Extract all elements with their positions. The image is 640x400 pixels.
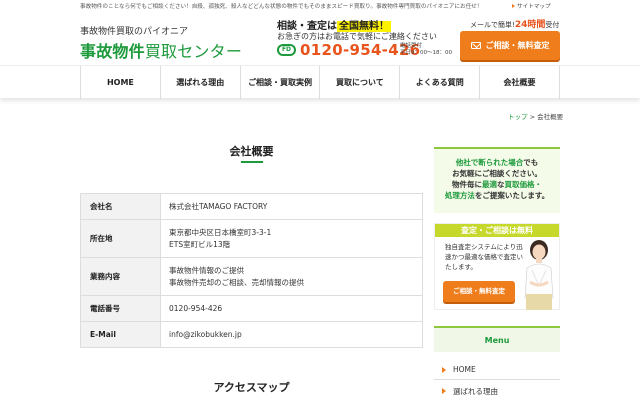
banner2-header: 査定・ご相談は無料: [435, 224, 559, 237]
banner1-line4-rest: をご提案いたします。: [474, 191, 550, 200]
company-info-table: 会社名 株式会社TAMAGO FACTORY 所在地 東京都中央区日本橋室町3-…: [80, 193, 423, 348]
phone-hours-time: 平日9：00〜18：00: [400, 50, 452, 56]
nav-item-faq[interactable]: よくある質問: [399, 66, 479, 99]
top-message: 事故物件のことなら何でもご相談ください！自殺、孤独死、殺人などどんな状態の物件で…: [80, 4, 483, 10]
banner1-line3-mid: な: [497, 180, 505, 189]
global-nav-inner: HOME 選ばれる理由 ご相談・買取実例 買取について よくある質問 会社概要: [80, 66, 560, 99]
banner1-line3-green2: 買取価格・: [504, 180, 543, 189]
side-menu-divider: [434, 379, 560, 380]
banner1-line1-rest: でも: [523, 158, 539, 167]
breadcrumb-top[interactable]: トップ: [508, 113, 528, 121]
row-value-phone: 0120-954-426: [160, 295, 423, 322]
mail-icon: [470, 42, 481, 49]
phone-hours-label: 電話受付: [400, 43, 423, 49]
mail-note-prefix: メールで簡単!: [470, 21, 515, 29]
side-banner-consult[interactable]: 他社で断られた場合でも お気軽にご相談ください。 物件毎に最適な買取価格・ 処理…: [434, 147, 560, 213]
row-value-business: 事故物件情報のご提供事故物件売却のご相談、売却情報の提供: [160, 257, 423, 296]
row-value-line: 0120-954-426: [169, 303, 223, 313]
side-menu-item-reasons[interactable]: 選ばれる理由: [440, 386, 558, 397]
row-key-email: E-Mail: [80, 321, 161, 348]
row-value-line: 事故物件売却のご相談、売却情報の提供: [169, 277, 304, 287]
page-title: 会社概要: [229, 145, 274, 158]
breadcrumb-separator: >: [529, 113, 536, 121]
logo-main-bold: 事故物件: [80, 42, 145, 61]
mail-note-suffix: 受付: [545, 21, 560, 29]
mail-consult-button[interactable]: ご相談・無料査定: [460, 31, 560, 60]
nav-item-reasons[interactable]: 選ばれる理由: [159, 66, 240, 99]
table-row: 所在地 東京都中央区日本橋室町3-3-1 ETS室町ビル13階: [80, 219, 423, 258]
phone-hours: 電話受付 平日9：00〜18：00: [400, 43, 452, 57]
banner1-line4: 処理方法をご提案いたします。: [434, 190, 560, 201]
banner1-line3-green: 最適: [482, 180, 497, 189]
banner1-line4-green: 処理方法: [444, 191, 475, 200]
logo-subtitle: 事故物件買取のパイオニア: [80, 27, 189, 37]
title-underline: [241, 161, 263, 163]
side-menu-title: Menu: [434, 326, 560, 352]
row-value-line: 株式会社TAMAGO FACTORY: [169, 201, 268, 211]
nav-item-home[interactable]: HOME: [80, 66, 160, 99]
row-value-line: ETS室町ビル13階: [169, 239, 231, 249]
row-key-address: 所在地: [80, 219, 161, 258]
row-value-address: 東京都中央区日本橋室町3-3-1 ETS室町ビル13階: [160, 219, 423, 258]
global-nav: HOME 選ばれる理由 ご相談・買取実例 買取について よくある質問 会社概要: [0, 65, 640, 99]
banner1-line3: 物件毎に最適な買取価格・: [434, 179, 560, 190]
banner2-text: 独自査定システムにより迅速かつ最適な価格で査定いたします。: [445, 243, 523, 271]
nav-item-cases[interactable]: ご相談・買取実例: [239, 66, 320, 99]
side-banner-assessment[interactable]: 査定・ご相談は無料 独自査定システムにより迅速かつ最適な価格で査定いたします。 …: [434, 223, 560, 310]
nav-item-purchase[interactable]: 買取について: [319, 66, 399, 99]
logo-main-thin: 買取センター: [144, 42, 243, 61]
table-row: 電話番号 0120-954-426: [80, 295, 423, 322]
row-value-company: 株式会社TAMAGO FACTORY: [160, 193, 423, 220]
freedial-icon: FD: [277, 44, 296, 56]
access-map-title: アクセスマップ: [213, 381, 290, 394]
row-key-phone: 電話番号: [80, 295, 161, 322]
banner2-button[interactable]: ご相談・無料査定: [443, 281, 515, 302]
banner1-line1: 他社で断られた場合でも: [434, 157, 560, 168]
row-value-line: 事故物件情報のご提供: [169, 265, 244, 275]
row-value-line: 東京都中央区日本橋室町3-3-1: [169, 227, 272, 237]
top-bar: 事故物件のことなら何でもご相談ください！自殺、孤独死、殺人などどんな状態の物件で…: [0, 0, 640, 14]
mail-note-highlight: 24時間: [514, 20, 546, 30]
row-value-email: info@zikobukken.jp: [160, 321, 423, 348]
mail-note: メールで簡単!24時間受付: [470, 17, 559, 30]
row-key-company: 会社名: [80, 193, 161, 220]
breadcrumb: トップ > 会社概要: [508, 111, 563, 121]
breadcrumb-current: 会社概要: [537, 113, 564, 121]
table-row: E-Mail info@zikobukken.jp: [80, 321, 423, 348]
nav-item-company[interactable]: 会社概要: [479, 66, 560, 99]
banner1-line1-green: 他社で断られた場合: [455, 158, 524, 167]
row-value-line[interactable]: info@zikobukken.jp: [169, 329, 422, 341]
row-key-business: 業務内容: [80, 257, 161, 296]
mail-consult-label: ご相談・無料査定: [485, 41, 550, 50]
table-row: 会社名 株式会社TAMAGO FACTORY: [80, 193, 423, 220]
table-row: 業務内容 事故物件情報のご提供事故物件売却のご相談、売却情報の提供: [80, 257, 423, 296]
banner1-line3-pre: 物件毎に: [452, 180, 482, 189]
side-menu-item-home[interactable]: HOME: [440, 365, 558, 374]
consult-headline: 相談・査定は 全国無料！: [277, 17, 391, 32]
sitemap-link[interactable]: サイトマップ: [512, 0, 551, 14]
site-logo[interactable]: 事故物件買取センター: [80, 38, 242, 62]
staff-illustration: [524, 240, 554, 310]
banner1-line2: お気軽にご相談ください。: [452, 169, 542, 178]
